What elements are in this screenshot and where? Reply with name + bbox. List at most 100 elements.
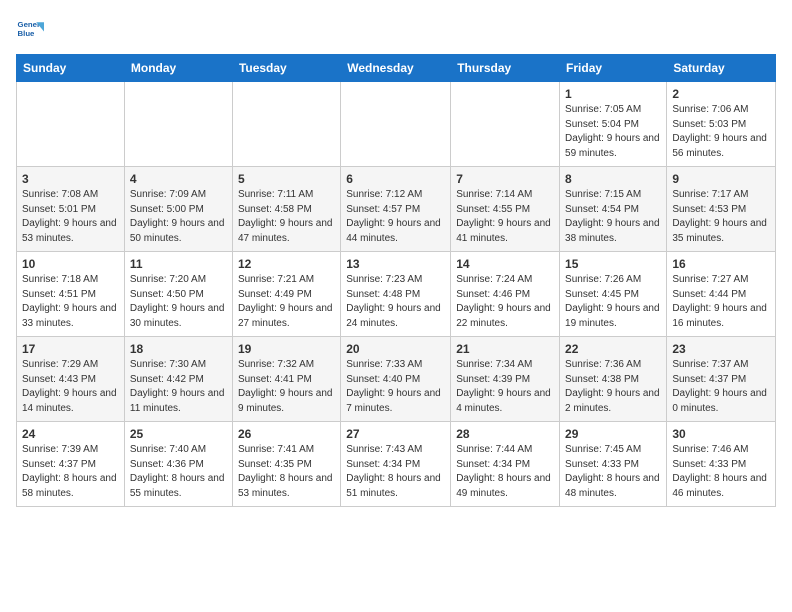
day-number: 14	[456, 257, 554, 271]
weekday-header: Saturday	[667, 55, 776, 82]
day-info: Sunrise: 7:14 AM Sunset: 4:55 PM Dayligh…	[456, 188, 554, 246]
calendar-week-row: 24 Sunrise: 7:39 AM Sunset: 4:37 PM Dayli…	[17, 422, 776, 507]
calendar-cell: 14 Sunrise: 7:24 AM Sunset: 4:46 PM Dayli…	[451, 252, 560, 337]
calendar-cell	[451, 82, 560, 167]
day-number: 28	[456, 427, 554, 441]
svg-text:Blue: Blue	[18, 29, 36, 38]
calendar-cell	[232, 82, 340, 167]
calendar-week-row: 1Sunrise: 7:05 AM Sunset: 5:04 PM Daylig…	[17, 82, 776, 167]
day-info: Sunrise: 7:06 AM Sunset: 5:03 PM Dayligh…	[672, 103, 770, 161]
weekday-header: Tuesday	[232, 55, 340, 82]
day-number: 3	[22, 172, 119, 186]
day-info: Sunrise: 7:26 AM Sunset: 4:45 PM Dayligh…	[565, 273, 661, 331]
day-info: Sunrise: 7:36 AM Sunset: 4:38 PM Dayligh…	[565, 358, 661, 416]
day-number: 4	[130, 172, 227, 186]
calendar-week-row: 10 Sunrise: 7:18 AM Sunset: 4:51 PM Dayli…	[17, 252, 776, 337]
day-info: Sunrise: 7:12 AM Sunset: 4:57 PM Dayligh…	[346, 188, 445, 246]
calendar-cell: 4 Sunrise: 7:09 AM Sunset: 5:00 PM Daylig…	[124, 167, 232, 252]
day-info: Sunrise: 7:43 AM Sunset: 4:34 PM Dayligh…	[346, 443, 445, 501]
calendar-cell: 8 Sunrise: 7:15 AM Sunset: 4:54 PM Daylig…	[560, 167, 667, 252]
calendar-cell: 21 Sunrise: 7:34 AM Sunset: 4:39 PM Dayli…	[451, 337, 560, 422]
calendar-cell: 20Sunrise: 7:33 AM Sunset: 4:40 PM Dayli…	[341, 337, 451, 422]
calendar-week-row: 17Sunrise: 7:29 AM Sunset: 4:43 PM Dayli…	[17, 337, 776, 422]
day-info: Sunrise: 7:18 AM Sunset: 4:51 PM Dayligh…	[22, 273, 119, 331]
calendar-cell: 9Sunrise: 7:17 AM Sunset: 4:53 PM Daylig…	[667, 167, 776, 252]
day-number: 19	[238, 342, 335, 356]
day-number: 9	[672, 172, 770, 186]
calendar-week-row: 3 Sunrise: 7:08 AM Sunset: 5:01 PM Daylig…	[17, 167, 776, 252]
calendar-cell: 12 Sunrise: 7:21 AM Sunset: 4:49 PM Dayli…	[232, 252, 340, 337]
calendar-cell: 18 Sunrise: 7:30 AM Sunset: 4:42 PM Dayli…	[124, 337, 232, 422]
day-number: 6	[346, 172, 445, 186]
day-number: 21	[456, 342, 554, 356]
calendar-cell: 27 Sunrise: 7:43 AM Sunset: 4:34 PM Dayli…	[341, 422, 451, 507]
day-number: 24	[22, 427, 119, 441]
day-info: Sunrise: 7:21 AM Sunset: 4:49 PM Dayligh…	[238, 273, 335, 331]
day-number: 16	[672, 257, 770, 271]
weekday-header: Thursday	[451, 55, 560, 82]
day-number: 1	[565, 87, 661, 101]
logo-icon: General Blue	[16, 16, 44, 44]
calendar-cell: 28 Sunrise: 7:44 AM Sunset: 4:34 PM Dayli…	[451, 422, 560, 507]
day-info: Sunrise: 7:20 AM Sunset: 4:50 PM Dayligh…	[130, 273, 227, 331]
day-number: 2	[672, 87, 770, 101]
weekday-header: Monday	[124, 55, 232, 82]
day-info: Sunrise: 7:34 AM Sunset: 4:39 PM Dayligh…	[456, 358, 554, 416]
day-number: 25	[130, 427, 227, 441]
calendar-cell: 2 Sunrise: 7:06 AM Sunset: 5:03 PM Daylig…	[667, 82, 776, 167]
day-info: Sunrise: 7:09 AM Sunset: 5:00 PM Dayligh…	[130, 188, 227, 246]
day-info: Sunrise: 7:41 AM Sunset: 4:35 PM Dayligh…	[238, 443, 335, 501]
weekday-header: Sunday	[17, 55, 125, 82]
day-number: 27	[346, 427, 445, 441]
day-info: Sunrise: 7:32 AM Sunset: 4:41 PM Dayligh…	[238, 358, 335, 416]
calendar-cell: 5 Sunrise: 7:11 AM Sunset: 4:58 PM Daylig…	[232, 167, 340, 252]
day-number: 26	[238, 427, 335, 441]
day-number: 11	[130, 257, 227, 271]
calendar-cell: 6 Sunrise: 7:12 AM Sunset: 4:57 PM Daylig…	[341, 167, 451, 252]
day-number: 5	[238, 172, 335, 186]
day-info: Sunrise: 7:40 AM Sunset: 4:36 PM Dayligh…	[130, 443, 227, 501]
calendar-cell: 16 Sunrise: 7:27 AM Sunset: 4:44 PM Dayli…	[667, 252, 776, 337]
calendar-header: SundayMondayTuesdayWednesdayThursdayFrid…	[17, 55, 776, 82]
day-number: 12	[238, 257, 335, 271]
calendar-cell: 30 Sunrise: 7:46 AM Sunset: 4:33 PM Dayli…	[667, 422, 776, 507]
calendar-cell: 3 Sunrise: 7:08 AM Sunset: 5:01 PM Daylig…	[17, 167, 125, 252]
day-info: Sunrise: 7:37 AM Sunset: 4:37 PM Dayligh…	[672, 358, 770, 416]
day-info: Sunrise: 7:30 AM Sunset: 4:42 PM Dayligh…	[130, 358, 227, 416]
calendar-cell	[17, 82, 125, 167]
day-info: Sunrise: 7:15 AM Sunset: 4:54 PM Dayligh…	[565, 188, 661, 246]
calendar-cell: 1Sunrise: 7:05 AM Sunset: 5:04 PM Daylig…	[560, 82, 667, 167]
day-info: Sunrise: 7:08 AM Sunset: 5:01 PM Dayligh…	[22, 188, 119, 246]
day-info: Sunrise: 7:11 AM Sunset: 4:58 PM Dayligh…	[238, 188, 335, 246]
day-number: 30	[672, 427, 770, 441]
day-info: Sunrise: 7:39 AM Sunset: 4:37 PM Dayligh…	[22, 443, 119, 501]
calendar-cell: 13 Sunrise: 7:23 AM Sunset: 4:48 PM Dayli…	[341, 252, 451, 337]
day-number: 8	[565, 172, 661, 186]
calendar-cell	[341, 82, 451, 167]
calendar-cell: 29 Sunrise: 7:45 AM Sunset: 4:33 PM Dayli…	[560, 422, 667, 507]
day-info: Sunrise: 7:29 AM Sunset: 4:43 PM Dayligh…	[22, 358, 119, 416]
day-number: 20	[346, 342, 445, 356]
day-number: 18	[130, 342, 227, 356]
calendar-cell: 22Sunrise: 7:36 AM Sunset: 4:38 PM Dayli…	[560, 337, 667, 422]
day-number: 15	[565, 257, 661, 271]
day-number: 10	[22, 257, 119, 271]
logo: General Blue	[16, 16, 44, 44]
calendar-cell: 24 Sunrise: 7:39 AM Sunset: 4:37 PM Dayli…	[17, 422, 125, 507]
calendar-cell: 19 Sunrise: 7:32 AM Sunset: 4:41 PM Dayli…	[232, 337, 340, 422]
day-number: 7	[456, 172, 554, 186]
calendar-cell: 25 Sunrise: 7:40 AM Sunset: 4:36 PM Dayli…	[124, 422, 232, 507]
day-info: Sunrise: 7:27 AM Sunset: 4:44 PM Dayligh…	[672, 273, 770, 331]
day-number: 29	[565, 427, 661, 441]
calendar-cell: 17Sunrise: 7:29 AM Sunset: 4:43 PM Dayli…	[17, 337, 125, 422]
day-info: Sunrise: 7:45 AM Sunset: 4:33 PM Dayligh…	[565, 443, 661, 501]
calendar-cell: 7 Sunrise: 7:14 AM Sunset: 4:55 PM Daylig…	[451, 167, 560, 252]
calendar-cell: 10 Sunrise: 7:18 AM Sunset: 4:51 PM Dayli…	[17, 252, 125, 337]
day-info: Sunrise: 7:24 AM Sunset: 4:46 PM Dayligh…	[456, 273, 554, 331]
day-info: Sunrise: 7:46 AM Sunset: 4:33 PM Dayligh…	[672, 443, 770, 501]
calendar-cell: 23Sunrise: 7:37 AM Sunset: 4:37 PM Dayli…	[667, 337, 776, 422]
day-number: 13	[346, 257, 445, 271]
day-info: Sunrise: 7:23 AM Sunset: 4:48 PM Dayligh…	[346, 273, 445, 331]
calendar-cell: 15 Sunrise: 7:26 AM Sunset: 4:45 PM Dayli…	[560, 252, 667, 337]
day-info: Sunrise: 7:44 AM Sunset: 4:34 PM Dayligh…	[456, 443, 554, 501]
